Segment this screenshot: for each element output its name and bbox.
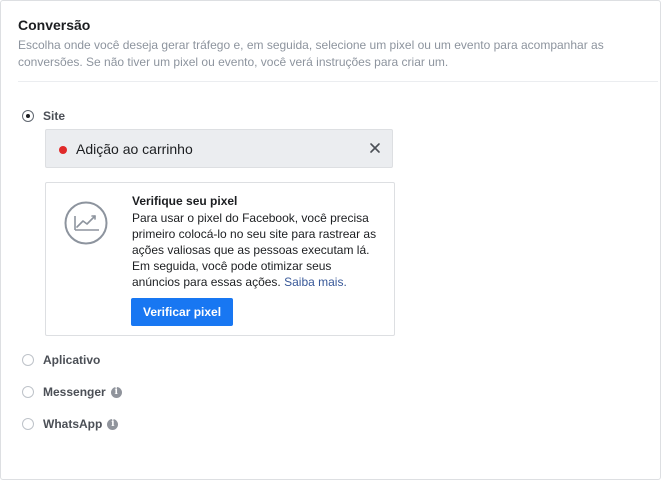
radio-button-site[interactable] <box>22 110 34 122</box>
conversion-panel: Conversão Escolha onde você deseja gerar… <box>0 0 661 480</box>
radio-label-whatsapp: WhatsApp <box>43 417 103 431</box>
info-icon[interactable]: i <box>107 418 119 430</box>
divider <box>18 81 658 82</box>
chart-line-icon <box>64 201 108 245</box>
verify-pixel-card: Verifique seu pixel Para usar o pixel do… <box>45 182 395 336</box>
radio-option-messenger[interactable]: Messenger i <box>22 384 122 400</box>
selected-event-field[interactable]: Adição ao carrinho <box>45 129 393 168</box>
info-icon[interactable]: i <box>110 386 122 398</box>
status-dot <box>59 146 67 154</box>
radio-option-app[interactable]: Aplicativo <box>22 352 100 368</box>
radio-button-whatsapp[interactable] <box>22 418 34 430</box>
card-body: Para usar o pixel do Facebook, você prec… <box>132 210 382 290</box>
radio-button-messenger[interactable] <box>22 386 34 398</box>
section-description: Escolha onde você deseja gerar tráfego e… <box>18 38 604 69</box>
card-title: Verifique seu pixel <box>132 194 238 208</box>
radio-option-site[interactable]: Site <box>22 108 65 124</box>
radio-label-messenger: Messenger <box>43 385 106 399</box>
radio-label-site: Site <box>43 109 66 123</box>
close-icon[interactable] <box>369 142 381 154</box>
section-title: Conversão <box>18 17 91 33</box>
learn-more-link[interactable]: Saiba mais. <box>284 275 347 289</box>
verify-pixel-button[interactable]: Verificar pixel <box>131 298 234 326</box>
radio-label-app: Aplicativo <box>43 353 101 367</box>
selected-event-label: Adição ao carrinho <box>76 141 193 157</box>
radio-button-app[interactable] <box>22 354 34 366</box>
radio-option-whatsapp[interactable]: WhatsApp i <box>22 416 119 432</box>
